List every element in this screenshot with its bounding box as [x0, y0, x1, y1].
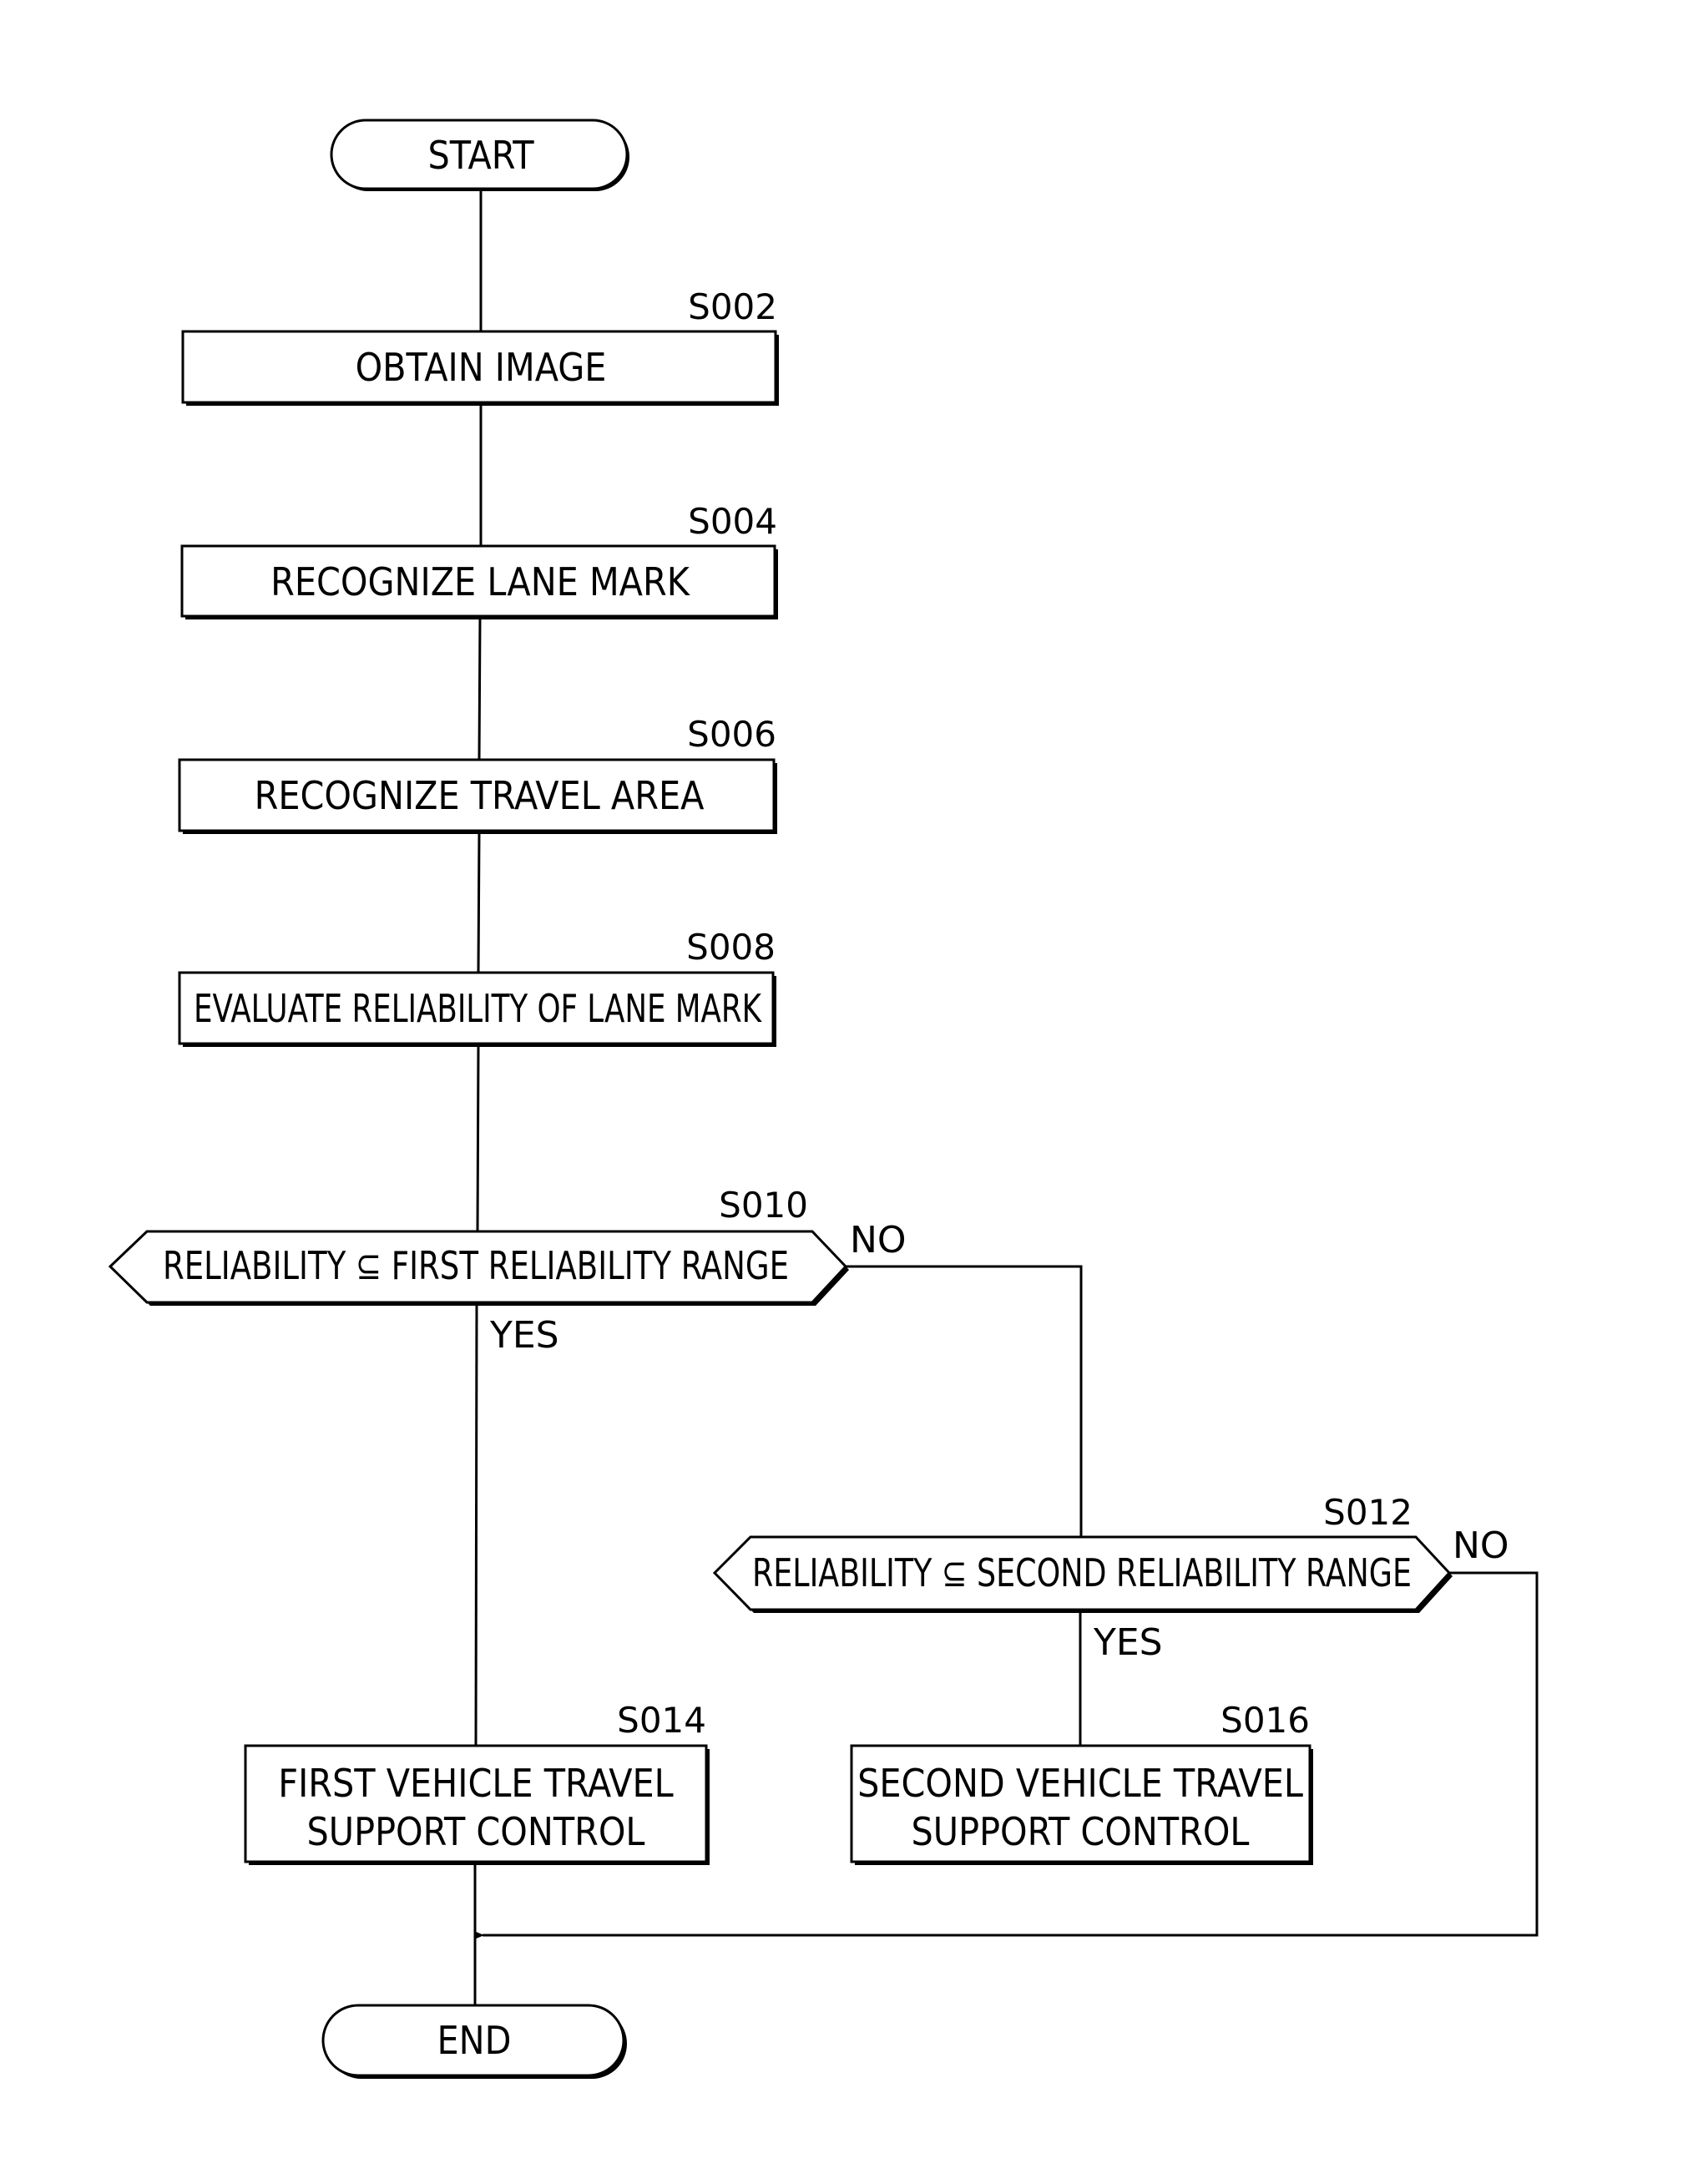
step-text: RECOGNIZE TRAVEL AREA — [255, 773, 705, 818]
step-text-line-1: FIRST VEHICLE TRAVEL — [278, 1761, 673, 1806]
step-text: EVALUATE RELIABILITY OF LANE MARK — [194, 986, 763, 1031]
step-text: OBTAIN IMAGE — [356, 345, 607, 390]
step-id: S002 — [688, 286, 777, 327]
branch-yes-label: YES — [489, 1314, 559, 1357]
step-id: S014 — [617, 1700, 706, 1741]
end-terminal: END — [321, 2004, 627, 2079]
step-text: RECOGNIZE LANE MARK — [270, 559, 691, 604]
step-id: S004 — [688, 501, 777, 542]
start-terminal: START — [330, 119, 629, 191]
step-text-line-2: SUPPORT CONTROL — [912, 1809, 1250, 1854]
decision-s010: RELIABILITY ⊆ FIRST RELIABILITY RANGE S0… — [108, 1185, 907, 1357]
branch-no-label: NO — [850, 1219, 907, 1261]
connector-s010-yes-s014 — [474, 1302, 478, 1747]
branch-yes-label: YES — [1093, 1621, 1163, 1664]
process-step-s014: FIRST VEHICLE TRAVEL SUPPORT CONTROL S01… — [244, 1700, 710, 1865]
flowchart: START OBTAIN IMAGE S002 RECOGNIZE LANE M… — [108, 119, 1539, 2079]
step-text-line-2: SUPPORT CONTROL — [307, 1809, 645, 1854]
decision-s012: RELIABILITY ⊆ SECOND RELIABILITY RANGE S… — [712, 1492, 1509, 1664]
decision-id: S010 — [719, 1185, 808, 1226]
step-text-line-1: SECOND VEHICLE TRAVEL — [857, 1761, 1303, 1806]
connector-s010-no-s012 — [846, 1265, 1083, 1537]
start-label: START — [428, 133, 535, 178]
process-step-s016: SECOND VEHICLE TRAVEL SUPPORT CONTROL S0… — [850, 1700, 1313, 1865]
decision-text: RELIABILITY ⊆ SECOND RELIABILITY RANGE — [752, 1550, 1412, 1595]
connector-s004-s006 — [478, 616, 482, 761]
decision-text: RELIABILITY ⊆ FIRST RELIABILITY RANGE — [163, 1243, 789, 1288]
end-label: END — [437, 2018, 512, 2063]
step-id: S008 — [686, 927, 776, 968]
step-id: S016 — [1220, 1700, 1310, 1741]
branch-no-label: NO — [1453, 1524, 1509, 1567]
step-id: S006 — [687, 714, 776, 755]
connector-s006-s008 — [477, 831, 481, 973]
decision-id: S012 — [1323, 1492, 1413, 1533]
